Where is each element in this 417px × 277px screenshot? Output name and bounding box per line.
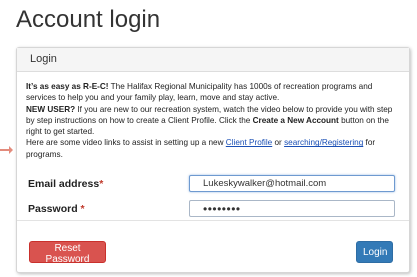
password-label: Password *	[28, 203, 85, 215]
intro-text: It’s as easy as R-E-C! The Halifax Regio…	[17, 72, 409, 160]
intro-paragraph: It’s as easy as R-E-C! The Halifax Regio…	[26, 81, 399, 104]
searching-registering-link[interactable]: searching/Registering	[284, 138, 363, 147]
reset-password-button[interactable]: Reset Password	[29, 241, 106, 265]
password-label-text: Password	[28, 203, 78, 215]
links-text-1: Here are some video links to assist in s…	[26, 138, 226, 148]
panel-header: Login	[17, 48, 409, 72]
intro-lead: It’s as easy as R-E-C!	[26, 82, 109, 91]
login-panel: Login It’s as easy as R-E-C! The Halifax…	[16, 47, 410, 273]
email-label: Email address*	[28, 178, 103, 190]
create-account-mention: Create a New Account	[252, 115, 339, 125]
video-links-paragraph: Here are some video links to assist in s…	[26, 137, 399, 160]
password-field[interactable]	[189, 200, 395, 217]
links-text-2: or	[272, 138, 285, 148]
client-profile-link[interactable]: Client Profile	[226, 138, 272, 147]
panel-divider	[17, 220, 409, 221]
email-field[interactable]	[189, 175, 395, 192]
pointer-arrow-icon	[0, 146, 13, 154]
password-required-marker: *	[80, 203, 85, 215]
page-title: Account login	[16, 6, 161, 33]
new-user-paragraph: NEW USER? If you are new to our recreati…	[26, 104, 399, 138]
login-button[interactable]: Login	[356, 241, 393, 263]
email-required-marker: *	[99, 178, 104, 190]
email-label-text: Email address	[28, 178, 100, 190]
new-user-label: NEW USER?	[26, 104, 76, 114]
